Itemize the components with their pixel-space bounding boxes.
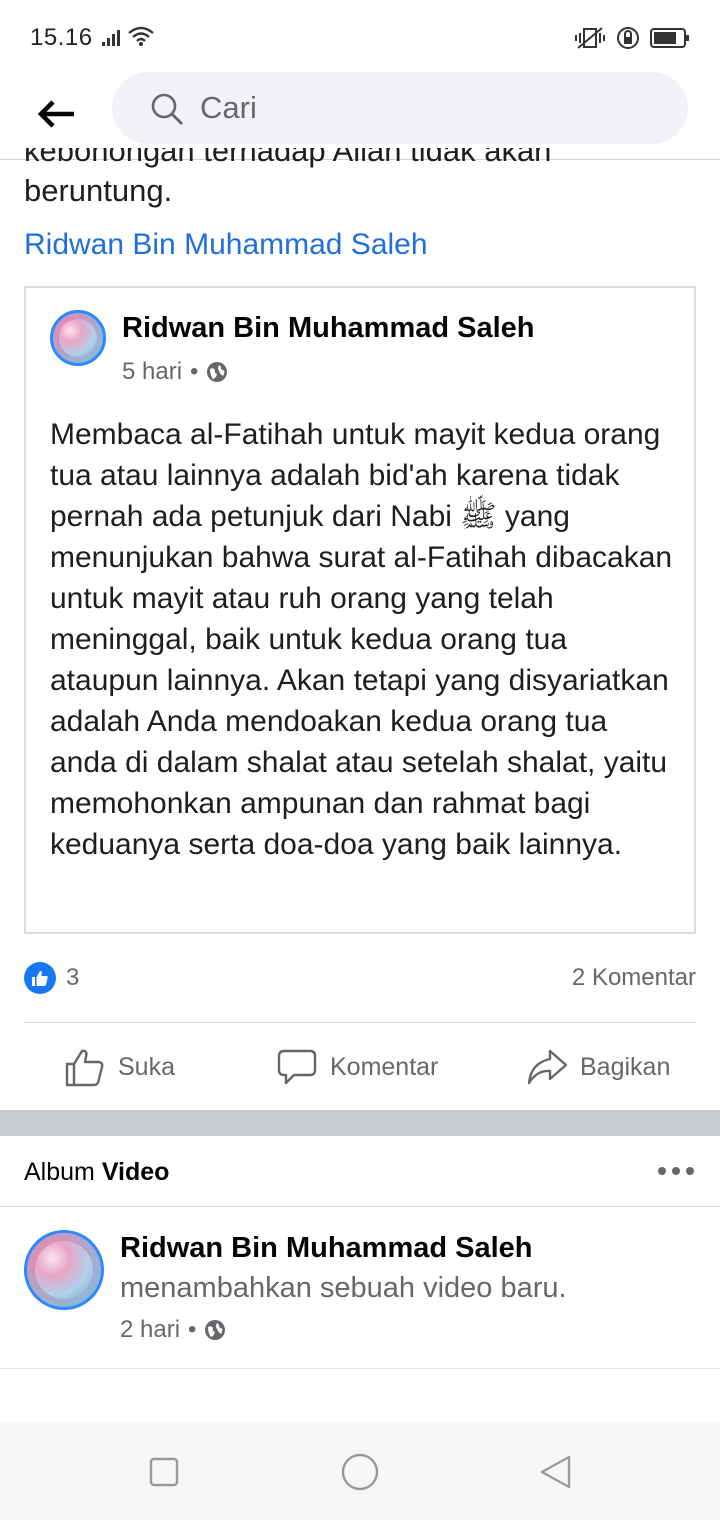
like-reaction-icon <box>24 962 56 994</box>
thumbs-up-icon <box>65 1049 104 1087</box>
back-button[interactable] <box>30 88 82 140</box>
globe-icon <box>207 362 228 382</box>
avatar[interactable] <box>24 1230 104 1310</box>
share-icon <box>527 1049 568 1085</box>
comment-count[interactable]: 2 Komentar <box>572 964 696 992</box>
shared-post-author[interactable]: Ridwan Bin Muhammad Saleh <box>122 312 535 345</box>
post-text-line: beruntung. <box>24 173 173 208</box>
post-text: kebohongan terhadap Allah tidak akan ber… <box>24 148 551 212</box>
status-bar: 15.16 <box>0 0 720 78</box>
comment-button[interactable]: Komentar <box>276 1046 438 1088</box>
divider <box>0 1206 720 1207</box>
circle-icon <box>341 1453 379 1491</box>
globe-icon <box>205 1320 226 1340</box>
status-right-icons <box>574 26 690 55</box>
shared-post-body: Membaca al-Fatihah untuk mayit kedua ora… <box>50 418 673 861</box>
wifi-icon <box>128 26 154 51</box>
search-icon <box>151 93 183 125</box>
share-label: Bagikan <box>580 1052 671 1081</box>
divider <box>0 1368 720 1369</box>
comment-label: Komentar <box>330 1052 439 1081</box>
like-button[interactable]: Suka <box>64 1046 175 1088</box>
search-input[interactable]: Cari <box>112 72 688 144</box>
dot-icon <box>658 1167 666 1175</box>
more-options-button[interactable] <box>658 1158 694 1184</box>
story-time[interactable]: 2 hari <box>120 1316 180 1344</box>
status-time: 15.16 <box>30 24 93 51</box>
album-type: Video <box>101 1158 170 1186</box>
recents-button[interactable] <box>144 1452 184 1492</box>
triangle-back-icon <box>540 1455 571 1489</box>
back-arrow-icon <box>37 100 74 128</box>
signal-icon <box>102 30 122 51</box>
dot-icon <box>686 1167 694 1175</box>
nav-back-button[interactable] <box>536 1452 576 1492</box>
battery-icon <box>650 27 690 54</box>
share-button[interactable]: Bagikan <box>526 1046 670 1088</box>
reaction-count: 3 <box>66 964 80 991</box>
story-author[interactable]: Ridwan Bin Muhammad Saleh <box>120 1232 533 1265</box>
divider <box>24 1022 696 1023</box>
post-time[interactable]: 5 hari <box>122 358 182 386</box>
album-header[interactable]: Album Video <box>24 1158 169 1187</box>
comment-icon <box>277 1049 317 1085</box>
system-nav-bar <box>0 1422 720 1520</box>
post-action-bar: Suka Komentar Bagikan <box>0 1040 720 1100</box>
shared-post-meta: 5 hari • <box>122 358 228 386</box>
vibrate-icon <box>574 26 606 55</box>
shared-post-card[interactable]: Ridwan Bin Muhammad Saleh 5 hari • Memba… <box>24 286 696 934</box>
dot-icon <box>672 1167 680 1175</box>
section-separator <box>0 1110 720 1136</box>
meta-separator: • <box>190 358 199 385</box>
avatar[interactable] <box>50 310 106 366</box>
square-icon <box>149 1457 179 1487</box>
reactions-summary[interactable]: 3 <box>24 960 79 996</box>
author-link[interactable]: Ridwan Bin Muhammad Saleh <box>24 228 428 262</box>
home-button[interactable] <box>340 1452 380 1492</box>
album-label: Album <box>24 1158 95 1186</box>
story-action-text: menambahkan sebuah video baru. <box>120 1272 567 1304</box>
post-text-line-clipped: kebohongan terhadap Allah tidak akan <box>24 148 552 168</box>
search-placeholder: Cari <box>200 90 257 125</box>
story-meta: 2 hari • <box>120 1316 226 1344</box>
like-label: Suka <box>118 1052 175 1081</box>
search-header: Cari <box>0 70 720 160</box>
status-left-icons <box>102 26 154 51</box>
meta-separator: • <box>188 1316 197 1343</box>
rotation-lock-icon <box>616 26 640 55</box>
